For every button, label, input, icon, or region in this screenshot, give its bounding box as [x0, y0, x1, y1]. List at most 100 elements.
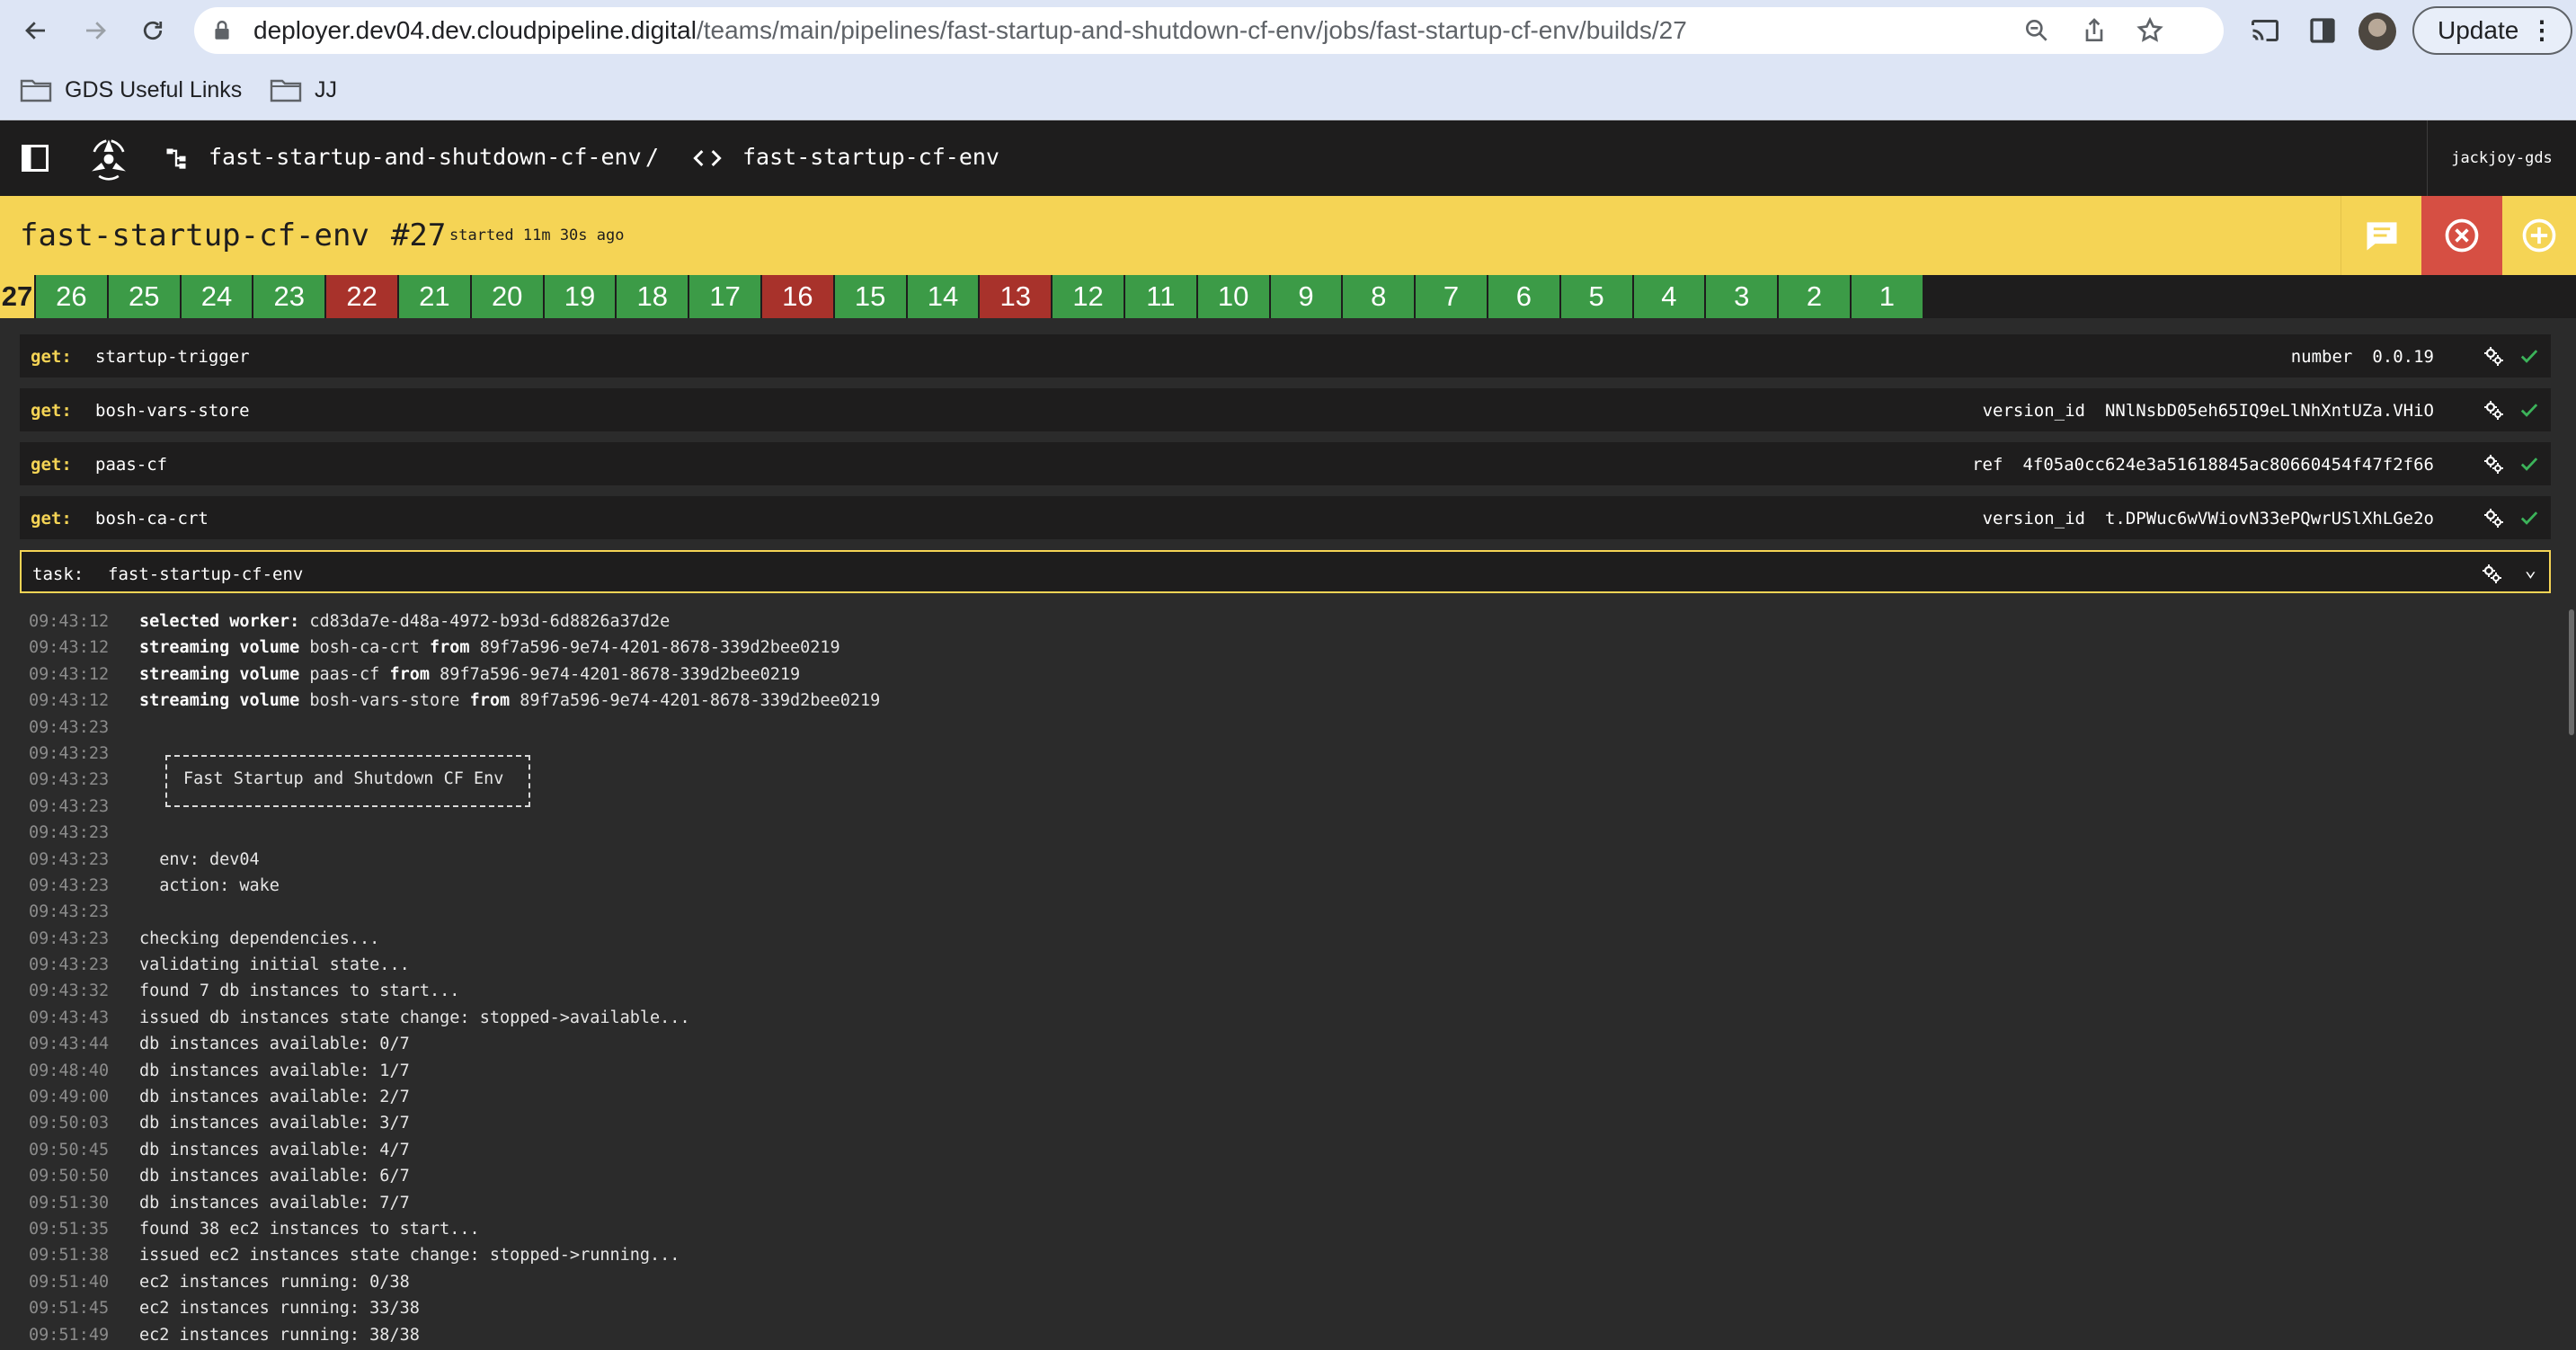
version-key: ref	[1972, 455, 2003, 475]
log-line: 09:43:32 found 7 db instances to start...	[20, 979, 2551, 1005]
update-button[interactable]: Update ⋮	[2412, 6, 2572, 55]
get-step-startup-trigger[interactable]: get: startup-trigger number 0.0.19	[20, 334, 2551, 377]
step-name: startup-trigger	[95, 347, 250, 367]
log-timestamp: 09:43:23	[29, 902, 110, 922]
log-timestamp: 09:43:23	[29, 849, 110, 869]
step-info-icon[interactable]	[2483, 399, 2504, 421]
side-panel-icon[interactable]	[2306, 14, 2339, 47]
build-started-time: started 11m 30s ago	[449, 226, 625, 244]
log-text: streaming volume	[139, 664, 300, 684]
collapse-icon[interactable]: ⌄	[2525, 559, 2536, 582]
build-tab-18[interactable]: 18	[617, 275, 690, 318]
log-text: checking dependencies...	[139, 928, 380, 948]
build-tab-19[interactable]: 19	[544, 275, 617, 318]
build-tab-3[interactable]: 3	[1706, 275, 1780, 318]
more-menu-icon[interactable]: ⋮	[2529, 15, 2554, 45]
task-log: 09:43:12 selected worker: cd83da7e-d48a-4…	[20, 609, 2551, 1349]
build-tab-4[interactable]: 4	[1633, 275, 1707, 318]
page-scrollbar[interactable]	[2569, 609, 2574, 735]
job-name: fast-startup-cf-env	[20, 218, 369, 253]
get-step-bosh-vars-store[interactable]: get: bosh-vars-store version_id NNlNsbD05eh…	[20, 388, 2551, 431]
step-info-icon[interactable]	[2483, 453, 2504, 475]
star-icon[interactable]	[2136, 16, 2164, 45]
build-header: fast-startup-cf-env #27 started 11m 30s a…	[0, 196, 2576, 275]
version-value: t.DPWuc6wVWiovN33ePQwrUSlXhLGe2o	[2104, 509, 2434, 528]
url-domain: deployer.dev04.dev.cloudpipeline.digital	[253, 16, 697, 44]
bookmarks-bar: GDS Useful Links JJ	[0, 61, 2576, 120]
log-timestamp: 09:43:23	[29, 770, 110, 790]
log-message: selected worker: cd83da7e-d48a-4972-b93d…	[139, 612, 670, 631]
log-message: env: dev04	[139, 850, 259, 869]
build-tab-21[interactable]: 21	[398, 275, 472, 318]
task-step-header[interactable]: task: fast-startup-cf-env ⌄	[20, 550, 2551, 593]
bookmark-label: JJ	[315, 76, 337, 102]
get-step-bosh-ca-crt[interactable]: get: bosh-ca-crt version_id t.DPWuc6wVWiovN…	[20, 496, 2551, 539]
build-tab-27[interactable]: 27	[0, 275, 36, 318]
success-check-icon	[2520, 457, 2538, 471]
step-info-icon[interactable]	[2483, 345, 2504, 367]
build-tab-22[interactable]: 22	[326, 275, 399, 318]
step-name: paas-cf	[95, 455, 168, 475]
trigger-build-button[interactable]	[2502, 196, 2576, 275]
build-tab-9[interactable]: 9	[1270, 275, 1344, 318]
build-tab-26[interactable]: 26	[36, 275, 109, 318]
build-tab-14[interactable]: 14	[907, 275, 981, 318]
step-info-icon[interactable]	[2481, 563, 2502, 584]
log-message: checking dependencies...	[139, 929, 379, 948]
zoom-icon[interactable]	[2022, 16, 2051, 45]
step-version: version_id t.DPWuc6wVWiovN33ePQwrUSlXhLGe…	[1983, 509, 2434, 528]
version-value: 4f05a0cc624e3a51618845ac80660454f47f2f66	[2022, 455, 2434, 475]
step-info-icon[interactable]	[2483, 507, 2504, 528]
build-tab-23[interactable]: 23	[253, 275, 327, 318]
build-tab-11[interactable]: 11	[1124, 275, 1198, 318]
breadcrumb-pipeline[interactable]: fast-startup-and-shutdown-cf-env	[209, 144, 642, 170]
job-icon	[693, 150, 722, 166]
log-line: 09:50:03 db instances available: 3/7	[20, 1111, 2551, 1137]
log-line: 09:51:49 ec2 instances running: 38/38	[20, 1323, 2551, 1349]
build-tab-6[interactable]: 6	[1488, 275, 1561, 318]
build-comment-button[interactable]	[2341, 196, 2421, 275]
bookmark-jj[interactable]: JJ	[270, 74, 337, 106]
user-menu[interactable]: jackjoy-gds	[2427, 120, 2576, 196]
build-tab-15[interactable]: 15	[834, 275, 908, 318]
sidebar-toggle-icon[interactable]	[18, 142, 52, 174]
build-tab-25[interactable]: 25	[108, 275, 182, 318]
concourse-logo-icon[interactable]	[84, 135, 133, 183]
forward-button[interactable]	[76, 11, 115, 50]
address-bar[interactable]: deployer.dev04.dev.cloudpipeline.digital…	[194, 7, 2224, 54]
log-line: 09:43:43 issued db instances state change…	[20, 1006, 2551, 1032]
log-timestamp: 09:43:23	[29, 823, 110, 843]
bookmark-gds-useful-links[interactable]: GDS Useful Links	[20, 74, 242, 106]
abort-build-button[interactable]	[2421, 196, 2502, 275]
build-tab-1[interactable]: 1	[1851, 275, 1924, 318]
breadcrumb-job[interactable]: fast-startup-cf-env	[742, 144, 999, 170]
log-text: from	[430, 638, 470, 658]
log-message: db instances available: 2/7	[139, 1088, 410, 1106]
build-tab-12[interactable]: 12	[1053, 275, 1125, 318]
cast-icon[interactable]	[2249, 14, 2281, 47]
get-step-paas-cf[interactable]: get: paas-cf ref 4f05a0cc624e3a51618845ac80…	[20, 442, 2551, 485]
log-line: 09:48:40 db instances available: 1/7	[20, 1059, 2551, 1085]
log-text: db instances available: 6/7	[139, 1167, 410, 1186]
build-tab-5[interactable]: 5	[1560, 275, 1634, 318]
build-tab-2[interactable]: 2	[1779, 275, 1852, 318]
build-tab-7[interactable]: 7	[1416, 275, 1488, 318]
build-tab-10[interactable]: 10	[1197, 275, 1271, 318]
reload-button[interactable]	[133, 11, 173, 50]
build-tab-13[interactable]: 13	[980, 275, 1053, 318]
build-tab-24[interactable]: 24	[181, 275, 254, 318]
build-tab-16[interactable]: 16	[761, 275, 835, 318]
build-tab-8[interactable]: 8	[1343, 275, 1417, 318]
back-button[interactable]	[16, 11, 56, 50]
build-tab-20[interactable]: 20	[471, 275, 545, 318]
build-tab-17[interactable]: 17	[689, 275, 762, 318]
log-message: found 7 db instances to start...	[139, 981, 459, 1000]
profile-avatar[interactable]	[2358, 13, 2396, 50]
share-icon[interactable]	[2080, 16, 2109, 45]
log-line: 09:43:12 selected worker: cd83da7e-d48a-4…	[20, 609, 2551, 635]
log-line: 09:51:40 ec2 instances running: 0/38	[20, 1270, 2551, 1296]
bookmark-label: GDS Useful Links	[65, 76, 243, 102]
url-path: /teams/main/pipelines/fast-startup-and-s…	[696, 16, 1687, 44]
log-line: 09:43:12 streaming volume bosh-vars-store…	[20, 688, 2551, 715]
log-text: 89f7a596-9e74-4201-8678-339d2bee0219	[430, 664, 801, 684]
